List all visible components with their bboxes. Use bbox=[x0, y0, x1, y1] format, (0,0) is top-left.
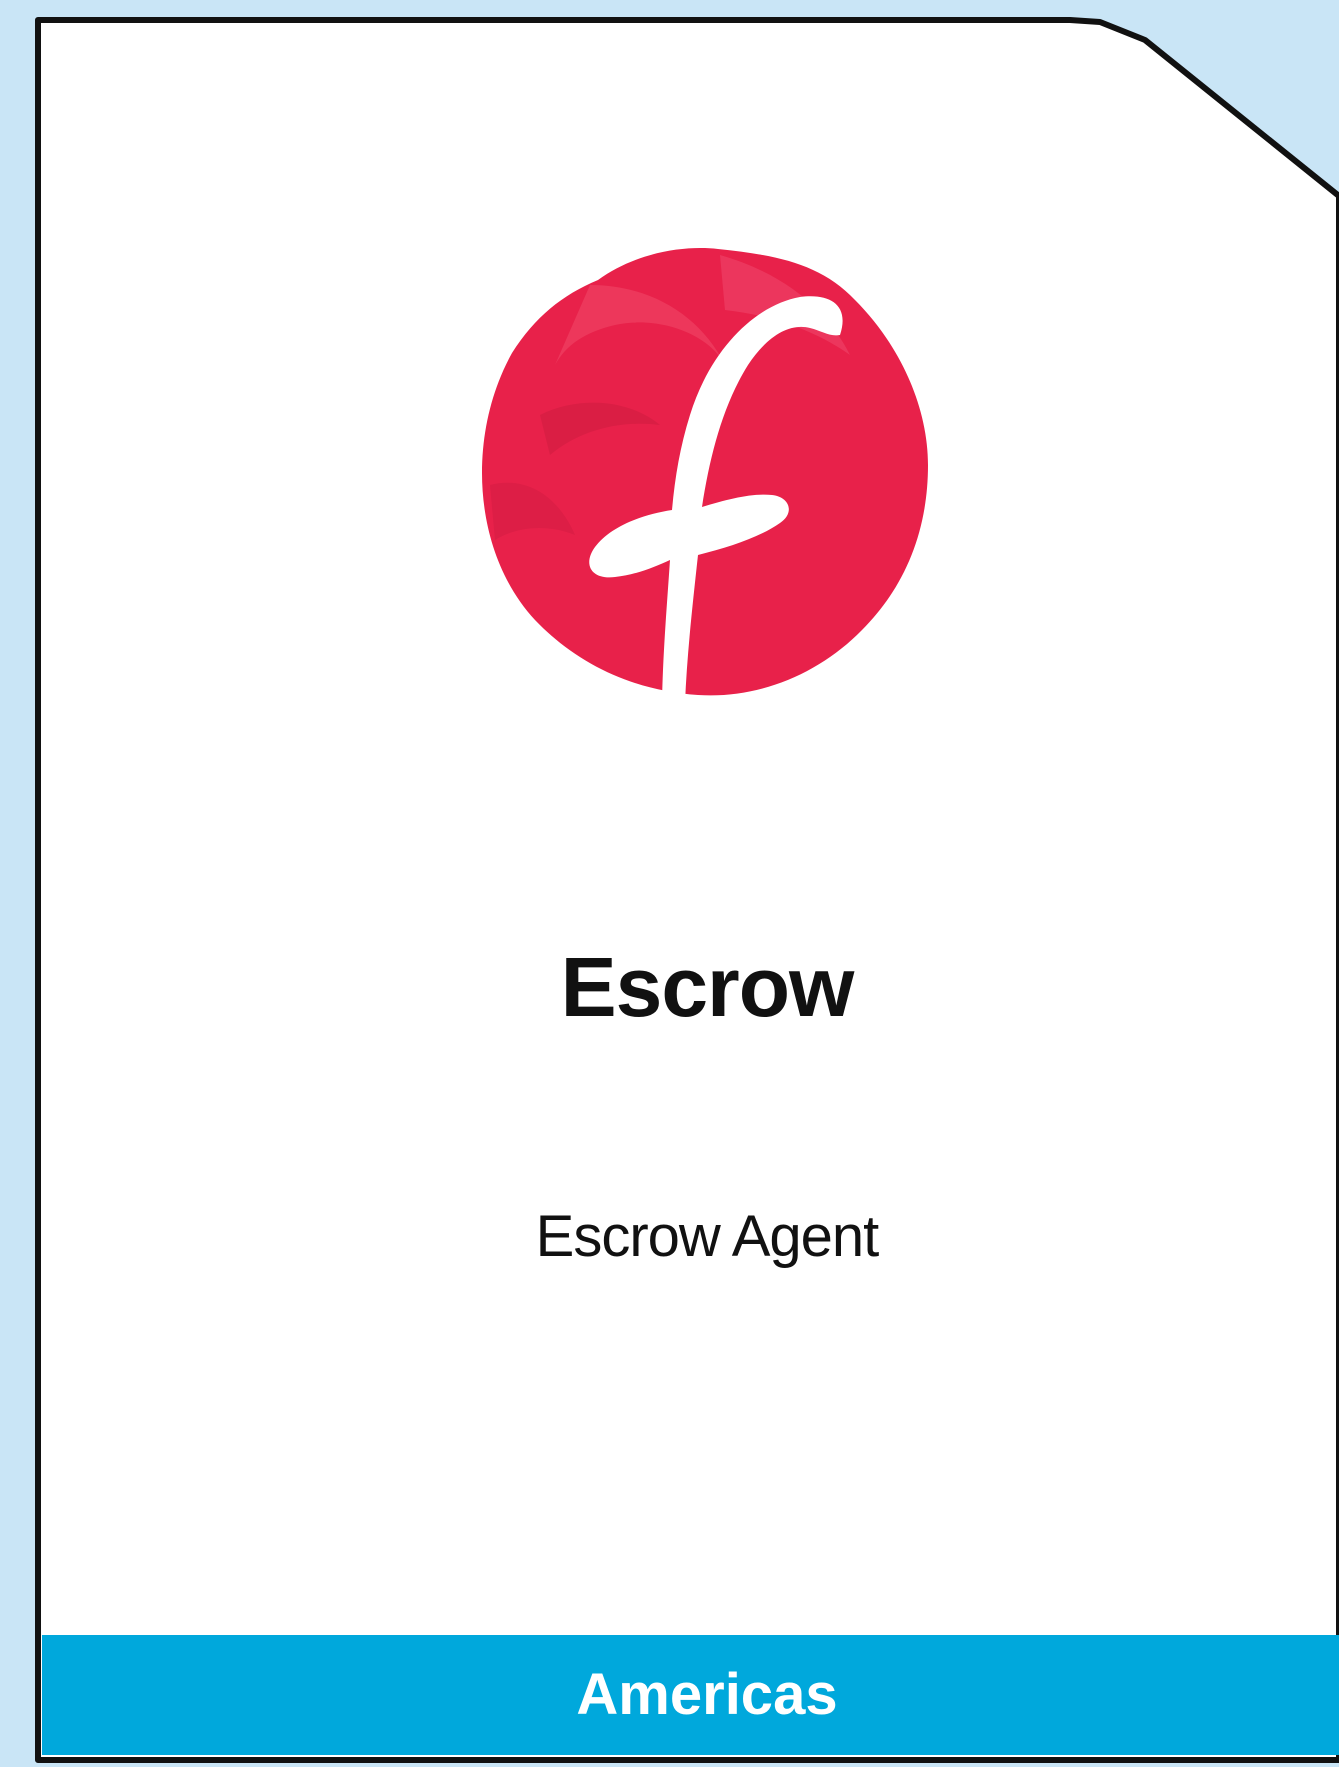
card-subtitle: Escrow Agent bbox=[535, 1204, 880, 1269]
card-title: Escrow bbox=[560, 940, 855, 1034]
f-brush-logo-icon bbox=[482, 248, 928, 703]
region-label: Americas bbox=[576, 1662, 838, 1727]
card-view: Escrow Escrow Agent Americas bbox=[0, 0, 1339, 1767]
